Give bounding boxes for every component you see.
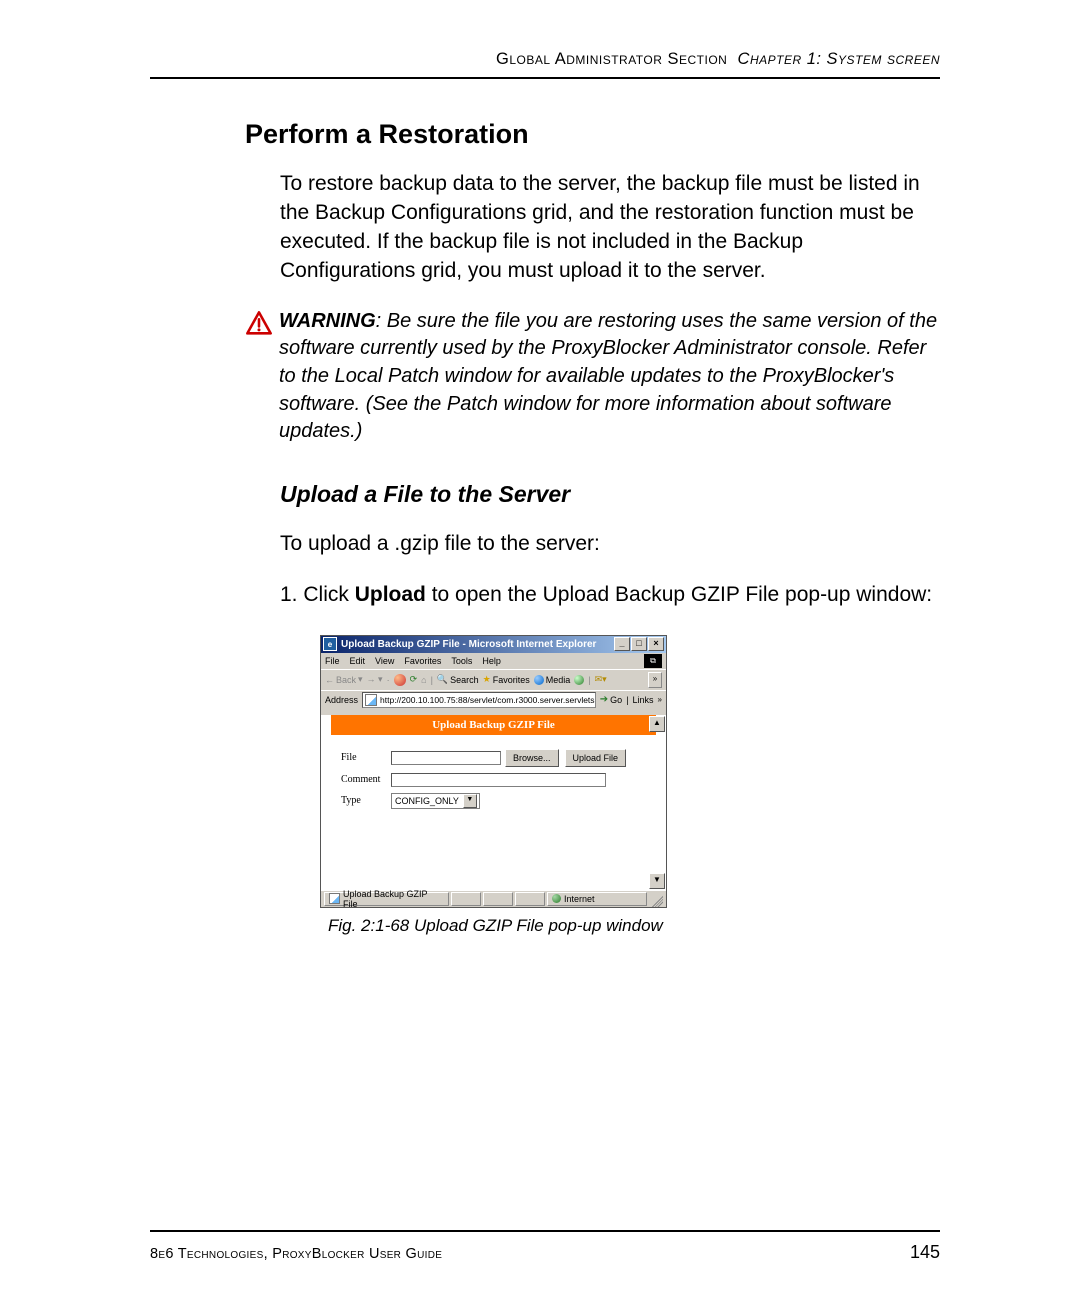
history-icon[interactable] [574,675,584,685]
scroll-down-button[interactable]: ▼ [649,873,665,889]
menu-edit[interactable]: Edit [350,656,366,666]
close-button[interactable]: × [648,637,664,651]
ie-window: e Upload Backup GZIP File - Microsoft In… [320,635,667,908]
figure-caption: Fig. 2:1-68 Upload GZIP File pop-up wind… [328,916,940,936]
go-button[interactable]: ➔Go [600,694,622,705]
address-value: http://200.10.100.75:88/servlet/com.r300… [380,695,596,705]
ie-logo-icon: ⧉ [644,654,662,668]
figure: e Upload Backup GZIP File - Microsoft In… [320,635,940,936]
comment-input[interactable] [391,773,606,787]
file-input[interactable] [391,751,501,765]
menu-tools[interactable]: Tools [451,656,472,666]
step-1: 1. Click Upload to open the Upload Backu… [280,581,940,610]
address-input[interactable]: http://200.10.100.75:88/servlet/com.r300… [362,692,596,708]
type-value: CONFIG_ONLY [395,796,459,806]
scroll-up-button[interactable]: ▲ [649,716,665,732]
back-button[interactable]: ← Back ▾ [325,674,363,685]
window-title: Upload Backup GZIP File - Microsoft Inte… [341,639,596,650]
minimize-button[interactable]: _ [614,637,630,651]
intro-paragraph: To restore backup data to the server, th… [280,170,940,286]
type-label: Type [341,795,391,806]
file-label: File [341,752,391,763]
address-bar: Address http://200.10.100.75:88/servlet/… [321,690,666,709]
maximize-button[interactable]: □ [631,637,647,651]
page-header: Global Administrator Section Chapter 1: … [150,50,940,79]
mail-icon[interactable]: ✉▾ [595,674,607,685]
search-button[interactable]: 🔍Search [437,674,479,685]
forward-button[interactable]: → ▾ [367,674,383,685]
favorites-button[interactable]: ★Favorites [483,674,530,685]
ie-icon: e [323,637,337,651]
warning-body: : Be sure the file you are restoring use… [279,310,937,442]
menu-help[interactable]: Help [482,656,501,666]
upload-keyword: Upload [355,583,426,606]
warning-block: WARNING: Be sure the file you are restor… [245,308,940,446]
links-label[interactable]: Links [633,695,654,705]
menu-favorites[interactable]: Favorites [404,656,441,666]
menu-file[interactable]: File [325,656,340,666]
page-footer: 8e6 Technologies, ProxyBlocker User Guid… [150,1230,940,1263]
subheading: Upload a File to the Server [280,481,940,508]
step-number: 1. [280,583,303,606]
page-banner: Upload Backup GZIP File [331,715,656,735]
menu-view[interactable]: View [375,656,394,666]
browser-viewport: ▲ ▼ Upload Backup GZIP File File Browse.… [321,715,666,890]
status-right: Internet [547,892,647,906]
section-title: Perform a Restoration [245,119,940,150]
refresh-icon[interactable]: ⟳ [410,674,418,685]
warning-label: WARNING [279,310,376,332]
header-section: Global Administrator Section [496,50,727,68]
sub-intro: To upload a .gzip file to the server: [280,530,940,559]
address-label: Address [325,695,358,705]
header-chapter: Chapter 1: System screen [738,50,940,68]
statusbar: Upload Backup GZIP File Internet [321,890,666,907]
upload-file-button[interactable]: Upload File [565,749,627,767]
file-row: File Browse... Upload File [341,749,646,767]
page-number: 145 [910,1242,940,1263]
home-icon[interactable]: ⌂ [421,675,426,685]
type-select[interactable]: CONFIG_ONLY ▼ [391,793,480,809]
footer-left: 8e6 Technologies, ProxyBlocker User Guid… [150,1246,442,1262]
resize-grip[interactable] [649,893,663,907]
browse-button[interactable]: Browse... [505,749,559,767]
titlebar: e Upload Backup GZIP File - Microsoft In… [321,636,666,653]
status-page-icon [329,893,340,904]
chevron-down-icon: ▼ [463,794,477,808]
stop-icon[interactable] [394,674,406,686]
warning-icon [245,310,273,338]
media-button[interactable]: Media [534,675,571,685]
page-icon [365,694,377,706]
internet-zone-icon [552,894,561,903]
comment-label: Comment [341,774,391,785]
menubar: File Edit View Favorites Tools Help ⧉ [321,653,666,669]
type-row: Type CONFIG_ONLY ▼ [341,793,646,809]
toolbar: ← Back ▾ → ▾ · ⟳ ⌂ | 🔍Search ★Favorites … [321,669,666,690]
status-left: Upload Backup GZIP File [324,892,449,906]
toolbar-overflow[interactable]: » [648,672,662,688]
warning-text: WARNING: Be sure the file you are restor… [279,308,940,446]
comment-row: Comment [341,773,646,787]
